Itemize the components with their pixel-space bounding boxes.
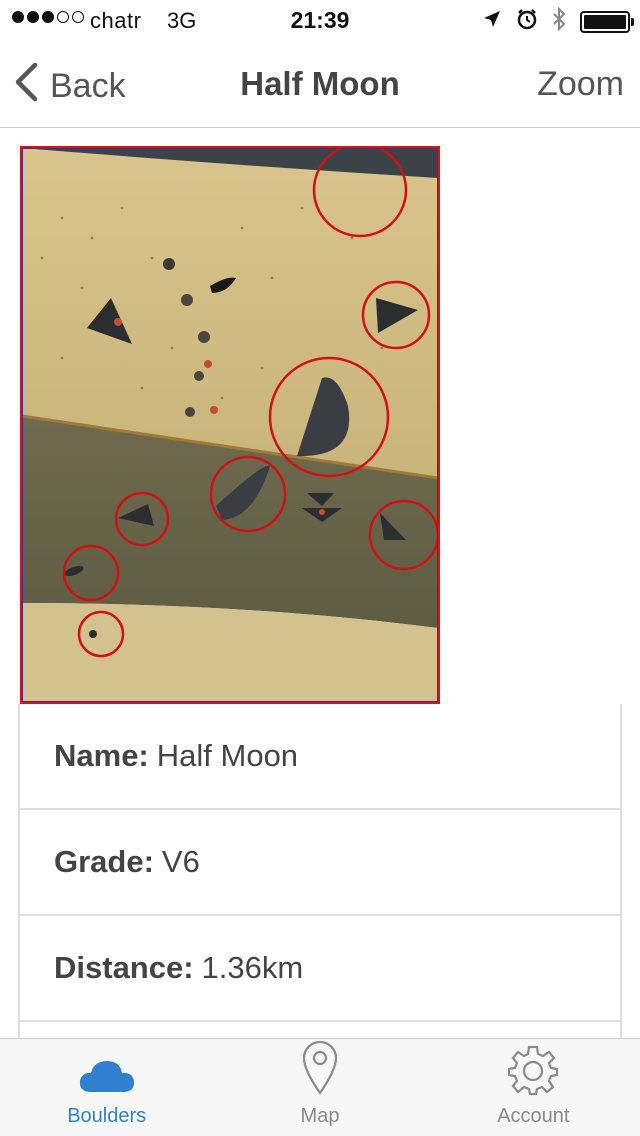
battery-icon xyxy=(580,11,634,33)
navigation-bar: Back Half Moon Zoom xyxy=(0,40,640,128)
grade-value: V6 xyxy=(161,844,200,879)
detail-row-distance: Distance: 1.36km xyxy=(20,916,620,1022)
alarm-clock-icon xyxy=(516,8,538,36)
tab-boulders[interactable]: Boulders xyxy=(0,1039,213,1136)
tab-bar: Boulders Map Account xyxy=(0,1038,640,1136)
detail-row-grade: Grade: V6 xyxy=(20,810,620,916)
tab-account-label: Account xyxy=(497,1105,570,1127)
detail-row-name: Name: Half Moon xyxy=(20,704,620,810)
map-pin-icon xyxy=(300,1038,340,1101)
distance-label: Distance: xyxy=(54,950,194,985)
status-bar: chatr 3G 21:39 xyxy=(0,0,640,40)
zoom-button[interactable]: Zoom xyxy=(537,65,624,104)
distance-value: 1.36km xyxy=(201,950,304,985)
gear-icon xyxy=(507,1044,559,1101)
tab-map[interactable]: Map xyxy=(213,1039,426,1136)
tab-account[interactable]: Account xyxy=(427,1039,640,1136)
tab-map-label: Map xyxy=(300,1105,340,1127)
name-value: Half Moon xyxy=(156,738,299,773)
location-arrow-icon xyxy=(482,9,502,35)
cloud-icon xyxy=(77,1056,137,1101)
tab-boulders-label: Boulders xyxy=(67,1105,147,1127)
name-label: Name: xyxy=(54,738,149,773)
bluetooth-icon xyxy=(552,6,566,37)
route-photo[interactable] xyxy=(20,146,440,704)
grade-label: Grade: xyxy=(54,844,154,879)
route-details-list: Name: Half Moon Grade: V6 Distance: 1.36… xyxy=(18,704,622,1042)
